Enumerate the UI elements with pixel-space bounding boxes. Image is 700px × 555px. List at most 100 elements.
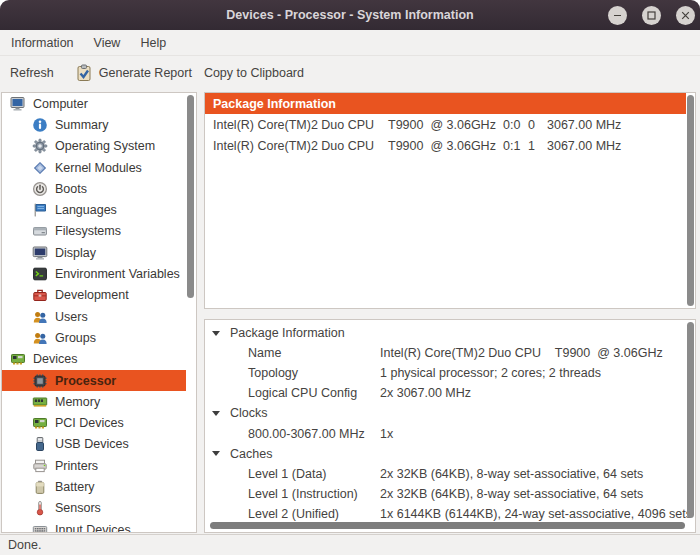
details-row-level-1-data[interactable]: Level 1 (Data)2x 32KB (64KB), 8-way set-…: [205, 464, 695, 484]
sidebar-scrollbar[interactable]: [187, 95, 194, 298]
computer-icon: [10, 96, 26, 112]
details-row-level-2-unified[interactable]: Level 2 (Unified)1x 6144KB (6144KB), 24-…: [205, 504, 695, 524]
details-section-package-information[interactable]: Package Information: [205, 323, 695, 343]
expander-icon[interactable]: [212, 411, 230, 416]
details-row-value: 2x 32KB (64KB), 8-way set-associative, 6…: [380, 467, 643, 481]
processor-icon: [32, 373, 48, 389]
app-window: Devices - Processor - System Information…: [0, 0, 700, 555]
sidebar-item-label: Groups: [55, 331, 96, 345]
details-row-label: Logical CPU Config: [248, 386, 380, 400]
details-row-800-00-3067-00-mhz[interactable]: 800.00-3067.00 MHz1x: [205, 423, 695, 443]
sidebar-item-kernel-modules[interactable]: Kernel Modules: [2, 157, 196, 178]
sidebar-item-label: Computer: [33, 97, 88, 111]
menubar: Information View Help: [0, 30, 700, 56]
sidebar-item-battery[interactable]: Battery: [2, 476, 196, 497]
sidebar-item-operating-system[interactable]: Operating System: [2, 136, 196, 157]
cpu-name: Intel(R) Core(TM)2 Duo CPU: [205, 139, 388, 153]
sidebar-item-printers[interactable]: Printers: [2, 455, 196, 476]
details-section-caches[interactable]: Caches: [205, 444, 695, 464]
cpu-topology: 0:0: [503, 118, 528, 132]
sidebar-item-boots[interactable]: Boots: [2, 178, 196, 199]
generate-report-button[interactable]: Generate Report: [75, 64, 192, 82]
cpu-freq: 3067.00 MHz: [547, 139, 621, 153]
sidebar-item-users[interactable]: Users: [2, 306, 196, 327]
package-list-rows: Intel(R) Core(TM)2 Duo CPUT9900 @ 3.06GH…: [205, 114, 695, 157]
cpu-row[interactable]: Intel(R) Core(TM)2 Duo CPUT9900 @ 3.06GH…: [205, 136, 695, 158]
details-row-value: 2x 32KB (64KB), 8-way set-associative, 6…: [380, 487, 643, 501]
expander-icon[interactable]: [212, 331, 230, 336]
cpu-row[interactable]: Intel(R) Core(TM)2 Duo CPUT9900 @ 3.06GH…: [205, 114, 695, 136]
sidebar-item-label: Users: [55, 310, 88, 324]
sidebar-item-memory[interactable]: Memory: [2, 391, 196, 412]
details-panel: Package InformationNameIntel(R) Core(TM)…: [204, 319, 696, 533]
details-row-level-1-instruction[interactable]: Level 1 (Instruction)2x 32KB (64KB), 8-w…: [205, 484, 695, 504]
sidebar-item-label: Kernel Modules: [55, 161, 142, 175]
sidebar-item-sensors[interactable]: Sensors: [2, 498, 196, 519]
sidebar-item-label: Input Devices: [55, 523, 131, 533]
details-row-logical-cpu-config[interactable]: Logical CPU Config2x 3067.00 MHz: [205, 383, 695, 403]
sidebar-item-label: Devices: [33, 352, 77, 366]
titlebar[interactable]: Devices - Processor - System Information: [0, 0, 700, 30]
battery-icon: [32, 479, 48, 495]
details-section-clocks[interactable]: Clocks: [205, 403, 695, 423]
sidebar-item-filesystems[interactable]: Filesystems: [2, 221, 196, 242]
sidebar-item-usb-devices[interactable]: USB Devices: [2, 434, 196, 455]
sidebar-item-languages[interactable]: Languages: [2, 199, 196, 220]
expander-icon[interactable]: [212, 451, 230, 456]
sidebar-item-devices[interactable]: Devices: [2, 349, 196, 370]
menu-view[interactable]: View: [91, 36, 124, 50]
package-list-scrollbar[interactable]: [687, 95, 694, 306]
window-controls: [608, 6, 695, 25]
sidebar-item-label: USB Devices: [55, 437, 129, 451]
maximize-button[interactable]: [642, 6, 661, 25]
details-section-title: Caches: [230, 447, 272, 461]
sidebar-item-label: Processor: [55, 374, 116, 388]
details-row-value: 1x 6144KB (6144KB), 24-way set-associati…: [380, 507, 692, 521]
details-row-value: 1 physical processor; 2 cores; 2 threads: [380, 366, 601, 380]
sidebar-item-label: Display: [55, 246, 96, 260]
copy-to-clipboard-button[interactable]: Copy to Clipboard: [204, 66, 304, 80]
maximize-icon: [646, 10, 657, 21]
sidebar-item-display[interactable]: Display: [2, 242, 196, 263]
details-row-label: Level 1 (Data): [248, 467, 380, 481]
sidebar-item-input-devices[interactable]: Input Devices: [2, 519, 196, 533]
sidebar-item-summary[interactable]: Summary: [2, 114, 196, 135]
details-hscrollbar[interactable]: [210, 522, 685, 529]
sidebar-item-label: Development: [55, 288, 129, 302]
environment-variables-icon: [32, 266, 48, 282]
details-vscrollbar[interactable]: [687, 322, 694, 518]
details-row-value: 2x 3067.00 MHz: [380, 386, 471, 400]
users-icon: [32, 309, 48, 325]
pci-devices-icon: [32, 415, 48, 431]
menu-help[interactable]: Help: [137, 36, 169, 50]
sidebar-item-processor[interactable]: Processor: [2, 370, 186, 391]
details-row-value: Intel(R) Core(TM)2 Duo CPU T9900 @ 3.06G…: [380, 346, 663, 360]
sidebar-tree: Computer SummaryOperating System Kernel Mo…: [2, 93, 196, 533]
filesystems-icon: [32, 223, 48, 239]
sidebar-item-development[interactable]: Development: [2, 285, 196, 306]
details-rows: Package InformationNameIntel(R) Core(TM)…: [205, 323, 695, 524]
refresh-button[interactable]: Refresh: [10, 66, 54, 80]
memory-icon: [32, 394, 48, 410]
details-row-label: Level 1 (Instruction): [248, 487, 380, 501]
statusbar: Done.: [0, 534, 700, 555]
details-section-title: Clocks: [230, 406, 268, 420]
package-list-panel: Package Information Intel(R) Core(TM)2 D…: [204, 92, 696, 309]
close-button[interactable]: [676, 6, 695, 25]
input-devices-icon: [32, 522, 48, 533]
window-title: Devices - Processor - System Information: [226, 8, 473, 22]
sidebar-item-pci-devices[interactable]: PCI Devices: [2, 412, 196, 433]
summary-icon: [32, 117, 48, 133]
minimize-button[interactable]: [608, 6, 627, 25]
menu-information[interactable]: Information: [8, 36, 77, 50]
sidebar-item-groups[interactable]: Groups: [2, 327, 196, 348]
package-list-header: Package Information: [205, 93, 686, 114]
sensors-icon: [32, 500, 48, 516]
details-row-name[interactable]: NameIntel(R) Core(TM)2 Duo CPU T9900 @ 3…: [205, 343, 695, 363]
cpu-core: 0: [528, 118, 547, 132]
details-row-topology[interactable]: Topology1 physical processor; 2 cores; 2…: [205, 363, 695, 383]
sidebar-item-computer[interactable]: Computer: [2, 93, 196, 114]
groups-icon: [32, 330, 48, 346]
sidebar-item-environment-variables[interactable]: Environment Variables: [2, 263, 196, 284]
details-row-label: Name: [248, 346, 380, 360]
